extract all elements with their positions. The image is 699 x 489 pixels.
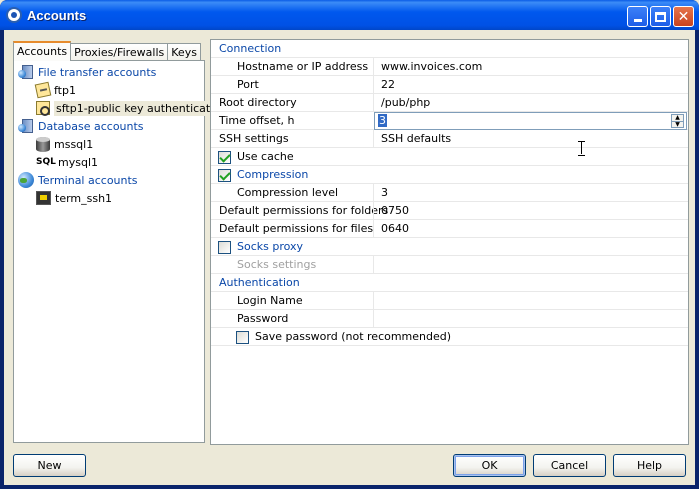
- tab-accounts[interactable]: Accounts: [13, 41, 72, 61]
- server-globe-icon: [18, 64, 34, 80]
- property-label: Password: [237, 312, 289, 325]
- tree-item-label: term_ssh1: [55, 191, 113, 205]
- tree-item-label: ftp1: [54, 83, 76, 97]
- property-label: Save password (not recommended): [255, 330, 452, 343]
- spin-buttons[interactable]: ▲ ▼: [671, 114, 684, 128]
- row-save-password[interactable]: Save password (not recommended): [211, 328, 688, 346]
- property-grid: Connection Hostname or IP address www.in…: [210, 39, 689, 445]
- tree-item-ftp1[interactable]: ftp1: [34, 81, 76, 99]
- folder-permissions-field[interactable]: 0750: [381, 204, 409, 217]
- spin-down-icon[interactable]: ▼: [672, 121, 683, 128]
- terminal-icon: [36, 191, 51, 205]
- row-permissions-files[interactable]: Default permissions for files 0640: [211, 220, 688, 238]
- tab-strip: Accounts Proxies/Firewalls Keys: [13, 41, 201, 61]
- time-offset-value: 3: [378, 114, 387, 127]
- cancel-button[interactable]: Cancel: [533, 454, 606, 477]
- socks-proxy-checkbox[interactable]: [218, 241, 231, 254]
- row-socks-proxy[interactable]: Socks proxy: [211, 238, 688, 256]
- category-label: Compression: [237, 168, 309, 181]
- property-label: Time offset, h: [219, 114, 295, 127]
- category-label: Authentication: [219, 276, 300, 289]
- use-cache-checkbox[interactable]: [218, 151, 231, 164]
- property-label: Default permissions for files: [219, 222, 374, 235]
- row-connection-header: Connection: [211, 40, 688, 58]
- category-label: Socks proxy: [237, 240, 304, 253]
- tree-group-label: Terminal accounts: [38, 173, 138, 187]
- property-label: SSH settings: [219, 132, 289, 145]
- compression-checkbox[interactable]: [218, 169, 231, 182]
- tree-item-label: sftp1-public key authenticatio: [54, 100, 223, 116]
- property-label: Use cache: [237, 150, 294, 163]
- sql-icon: SQL: [36, 157, 56, 167]
- property-label: Compression level: [237, 186, 339, 199]
- close-icon: ✕: [677, 8, 690, 25]
- property-label: Login Name: [237, 294, 303, 307]
- title-bar[interactable]: Accounts ✕: [0, 0, 699, 30]
- compression-level-field[interactable]: 3: [381, 186, 388, 199]
- row-time-offset[interactable]: Time offset, h 3 ▲ ▼: [211, 112, 688, 130]
- tree-item-mssql1[interactable]: mssql1: [36, 135, 93, 153]
- tree-group-label: Database accounts: [38, 119, 144, 133]
- tree-item-label: mssql1: [54, 137, 94, 151]
- row-permissions-folders[interactable]: Default permissions for folders 0750: [211, 202, 688, 220]
- tree-item-label: mysql1: [58, 155, 98, 169]
- accounts-tree: File transfer accounts ftp1 sftp1-public…: [13, 60, 223, 443]
- time-offset-spin-input[interactable]: 3 ▲ ▼: [374, 112, 687, 130]
- row-compression[interactable]: Compression: [211, 166, 688, 184]
- new-button[interactable]: New: [13, 454, 86, 477]
- row-ssh-settings[interactable]: SSH settings SSH defaults: [211, 130, 688, 148]
- text-cursor-icon: [578, 141, 585, 156]
- property-label: Socks settings: [237, 258, 317, 271]
- ftp-icon: [34, 81, 52, 99]
- maximize-button[interactable]: [650, 6, 671, 27]
- row-use-cache[interactable]: Use cache: [211, 148, 688, 166]
- tab-keys[interactable]: Keys: [167, 43, 201, 61]
- row-port[interactable]: Port 22: [211, 76, 688, 94]
- property-label: Root directory: [219, 96, 297, 109]
- ssh-settings-field[interactable]: SSH defaults: [381, 132, 451, 145]
- row-hostname[interactable]: Hostname or IP address www.invoices.com: [211, 58, 688, 76]
- row-socks-settings: Socks settings: [211, 256, 688, 274]
- globe-icon: [18, 172, 34, 188]
- minimize-icon: [633, 19, 642, 22]
- tree-item-sftp1[interactable]: sftp1-public key authenticatio: [36, 99, 223, 117]
- minimize-button[interactable]: [627, 6, 648, 27]
- row-password[interactable]: Password: [211, 310, 688, 328]
- row-login-name[interactable]: Login Name: [211, 292, 688, 310]
- root-directory-field[interactable]: /pub/php: [381, 96, 430, 109]
- category-label: Connection: [219, 42, 282, 55]
- tree-item-mysql1[interactable]: SQL mysql1: [36, 153, 98, 171]
- help-button[interactable]: Help: [613, 454, 686, 477]
- save-password-checkbox[interactable]: [236, 331, 249, 344]
- property-label: Default permissions for folders: [219, 204, 389, 217]
- hostname-field[interactable]: www.invoices.com: [381, 60, 482, 73]
- property-label: Port: [237, 78, 259, 91]
- row-compression-level[interactable]: Compression level 3: [211, 184, 688, 202]
- database-icon: [36, 136, 50, 152]
- tree-group-label: File transfer accounts: [38, 65, 157, 79]
- window-title: Accounts: [27, 8, 87, 23]
- maximize-icon: [655, 11, 666, 22]
- tree-item-term-ssh1[interactable]: term_ssh1: [36, 189, 112, 207]
- database-group-icon: [18, 118, 34, 134]
- tab-proxies-firewalls[interactable]: Proxies/Firewalls: [70, 43, 169, 61]
- key-icon: [36, 101, 50, 116]
- port-field[interactable]: 22: [381, 78, 395, 91]
- file-permissions-field[interactable]: 0640: [381, 222, 409, 235]
- tree-group-database[interactable]: Database accounts: [18, 117, 144, 135]
- row-root-directory[interactable]: Root directory /pub/php: [211, 94, 688, 112]
- app-icon: [6, 7, 22, 23]
- property-label: Hostname or IP address: [237, 60, 369, 73]
- tree-group-file-transfer[interactable]: File transfer accounts: [18, 63, 156, 81]
- dialog-client-area: Accounts Proxies/Firewalls Keys File tra…: [4, 30, 695, 485]
- accounts-window: Accounts ✕ Accounts Proxies/Firewalls Ke…: [0, 0, 699, 489]
- ok-button[interactable]: OK: [453, 454, 526, 477]
- row-authentication-header: Authentication: [211, 274, 688, 292]
- close-button[interactable]: ✕: [673, 6, 694, 27]
- tree-group-terminal[interactable]: Terminal accounts: [18, 171, 138, 189]
